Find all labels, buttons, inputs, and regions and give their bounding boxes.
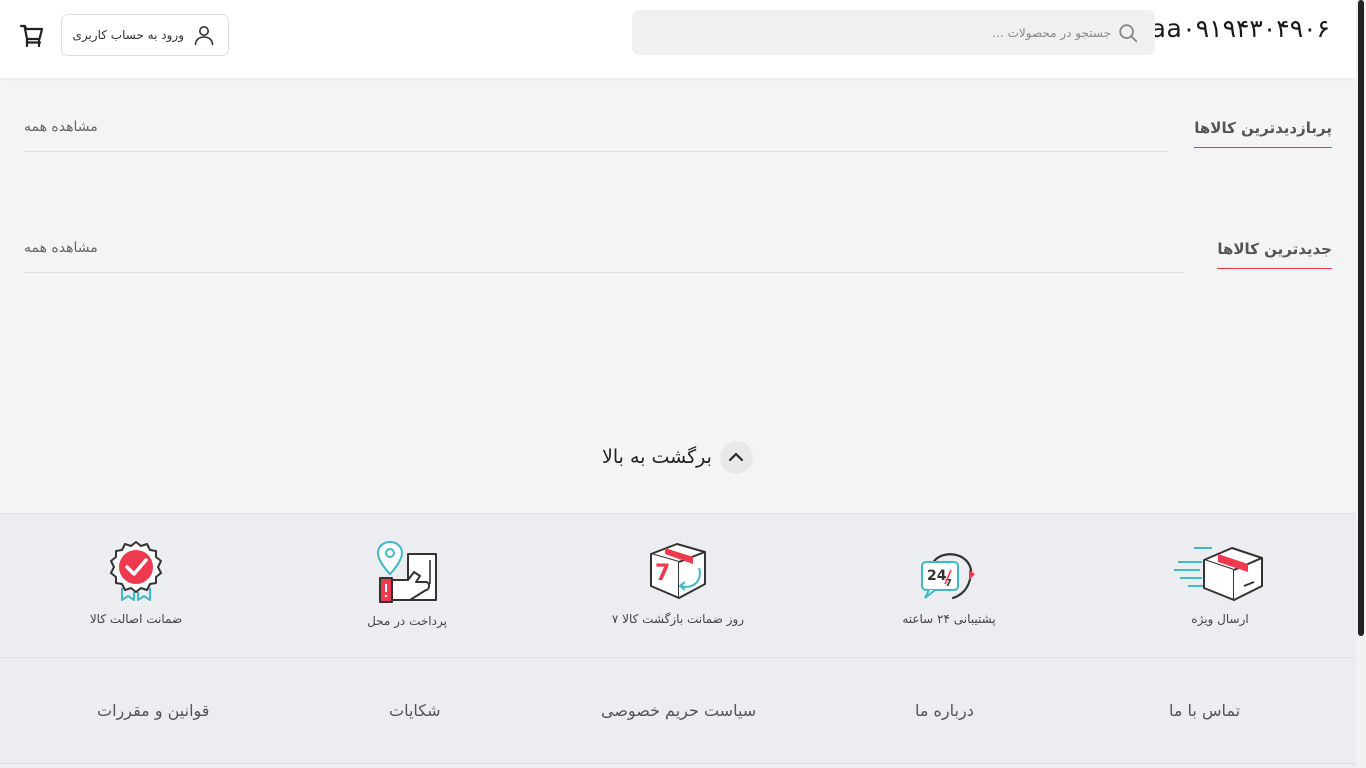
back-to-top-button[interactable]: برگشت به بالا [602, 440, 753, 474]
footer-link-complaints[interactable]: شکایات [389, 701, 441, 720]
footer-link-terms[interactable]: قوانین و مقررات [97, 701, 209, 720]
login-label: ورود به حساب کاربری [72, 28, 184, 42]
cart-icon[interactable] [19, 22, 45, 48]
see-all-link[interactable]: مشاهده همه [24, 119, 98, 135]
scrollbar-thumb[interactable] [1358, 0, 1364, 636]
seven-day-return-icon: 7 [650, 543, 706, 599]
chevron-up-icon [719, 440, 753, 474]
site-header: aa۰۹۱۹۴۳۰۴۹۰۶ ورود به حساب کاربری [0, 0, 1356, 78]
support-247-icon: 24 7 [921, 553, 975, 600]
fast-delivery-icon [1174, 547, 1263, 601]
see-all-link[interactable]: مشاهده همه [24, 240, 98, 256]
login-button[interactable]: ورود به حساب کاربری [61, 14, 229, 56]
feature-item: ارسال ویژه [1110, 540, 1330, 626]
search-box[interactable] [632, 10, 1155, 55]
section-divider [24, 151, 1168, 152]
feature-item: 7 ۷ روز ضمانت بازگشت کالا [568, 540, 788, 626]
search-icon[interactable] [1117, 22, 1139, 44]
back-to-top-label: برگشت به بالا [602, 446, 712, 468]
feature-label: پرداخت در محل [367, 614, 447, 628]
most-viewed-section: پربازدیدترین کالاها مشاهده همه [24, 119, 1332, 159]
feature-label: ۷ روز ضمانت بازگشت کالا [611, 612, 745, 626]
footer-link-privacy[interactable]: سیاست حریم خصوصی [601, 701, 756, 720]
search-input[interactable] [671, 10, 1111, 55]
user-icon [194, 26, 214, 46]
feature-label: پشتیبانی ۲۴ ساعته [902, 612, 996, 626]
feature-item: 24 7 پشتیبانی ۲۴ ساعته [839, 540, 1059, 626]
section-title: پربازدیدترین کالاها [1194, 119, 1332, 148]
section-divider [24, 272, 1184, 273]
feature-label: ضمانت اصالت کالا [89, 612, 183, 626]
svg-text:24: 24 [927, 568, 947, 584]
newest-section: جدیدترین کالاها مشاهده همه [24, 240, 1332, 280]
footer: تماس با ما درباره ما سیاست حریم خصوصی شک… [0, 658, 1356, 768]
feature-item: ضمانت اصالت کالا [26, 540, 246, 626]
section-title: جدیدترین کالاها [1217, 240, 1332, 269]
feature-label: ارسال ویژه [1191, 612, 1249, 626]
page-scrollbar[interactable] [1356, 0, 1366, 768]
footer-divider [0, 763, 1356, 764]
footer-link-contact[interactable]: تماس با ما [1169, 701, 1240, 720]
features-bar: ارسال ویژه 24 7 پشتیبانی ۲۴ ساعته 7 ۷ رو… [0, 513, 1356, 658]
cash-on-delivery-icon [377, 541, 437, 603]
footer-link-about[interactable]: درباره ما [915, 701, 974, 720]
feature-item: پرداخت در محل [297, 540, 517, 628]
authenticity-badge-icon [110, 541, 162, 601]
site-logo[interactable]: aa۰۹۱۹۴۳۰۴۹۰۶ [1151, 14, 1330, 43]
svg-text:7: 7 [655, 561, 670, 586]
